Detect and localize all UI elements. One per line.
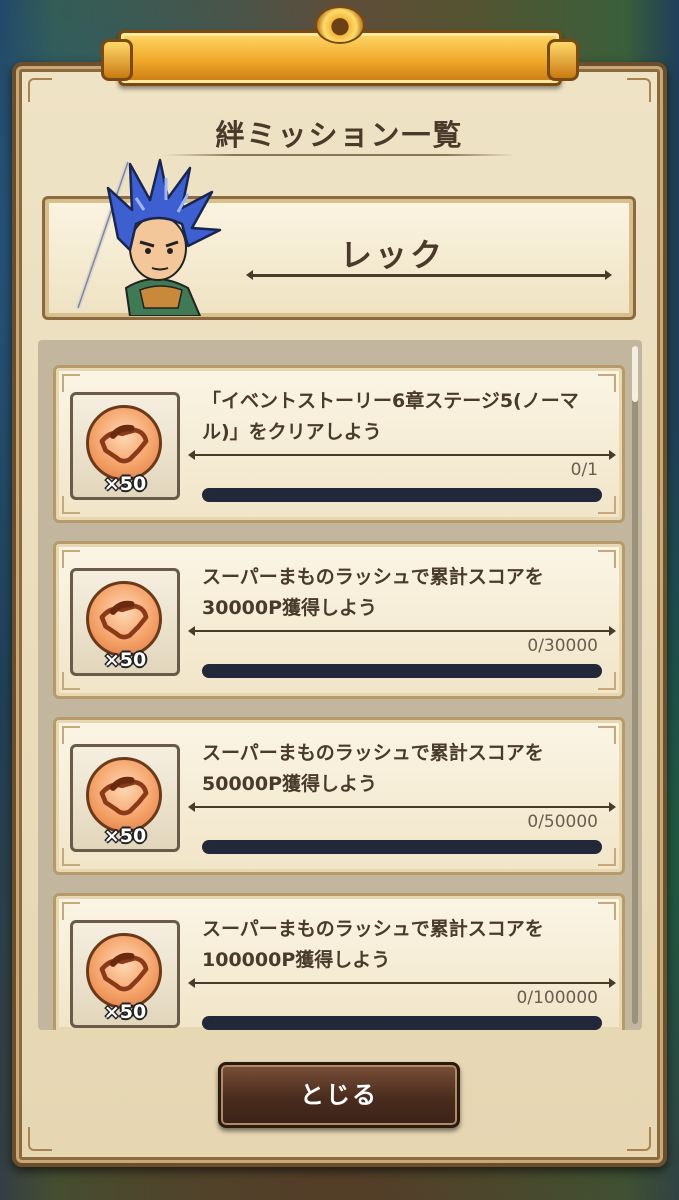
reward-icon-box: ×50 — [70, 920, 180, 1028]
mission-divider — [188, 978, 616, 988]
reward-count: ×50 — [103, 1001, 147, 1023]
mission-item[interactable]: ×50 「イベントストーリー6章ステージ5(ノーマ ル)」をクリアしよう 0/1 — [53, 365, 625, 523]
mission-description: スーパーまものラッシュで累計スコアを 100000P獲得しよう — [202, 918, 544, 971]
mission-progress-bar — [202, 840, 602, 854]
reward-count: ×50 — [103, 649, 147, 671]
mission-item[interactable]: ×50 スーパーまものラッシュで累計スコアを 100000P獲得しよう 0/100… — [53, 893, 625, 1030]
mission-progress-bar — [202, 488, 602, 502]
mission-divider — [188, 802, 616, 812]
mission-description: スーパーまものラッシュで累計スコアを 30000P獲得しよう — [202, 566, 544, 619]
mission-progress-bar — [202, 664, 602, 678]
character-name: レック — [340, 236, 446, 274]
mission-divider — [188, 450, 616, 460]
name-divider — [246, 270, 612, 280]
mission-divider — [188, 626, 616, 636]
dialog-title: 絆ミッション一覧 — [215, 118, 464, 152]
reward-icon-box: ×50 — [70, 744, 180, 852]
banner-ring-ornament — [315, 6, 365, 44]
mission-progress-text: 0/1 — [570, 460, 598, 480]
hero-portrait — [75, 158, 222, 316]
mission-item[interactable]: ×50 スーパーまものラッシュで累計スコアを 30000P獲得しよう 0/3000… — [53, 541, 625, 699]
reward-icon-box: ×50 — [70, 392, 180, 500]
mission-progress-text: 0/100000 — [516, 988, 598, 1008]
reward-icon-box: ×50 — [70, 568, 180, 676]
title-divider — [165, 154, 515, 156]
scrollbar-track[interactable] — [632, 346, 638, 1024]
reward-count: ×50 — [103, 825, 147, 847]
handshake-icon — [86, 581, 162, 657]
mission-progress-text: 0/30000 — [527, 636, 598, 656]
mission-progress-text: 0/50000 — [527, 812, 598, 832]
scrollbar-thumb[interactable] — [632, 346, 638, 402]
handshake-icon — [86, 933, 162, 1009]
mission-progress-bar — [202, 1016, 602, 1030]
reward-count: ×50 — [103, 473, 147, 495]
close-button[interactable]: とじる — [218, 1062, 460, 1128]
handshake-icon — [86, 757, 162, 833]
handshake-icon — [86, 405, 162, 481]
mission-description: 「イベントストーリー6章ステージ5(ノーマ ル)」をクリアしよう — [202, 390, 579, 443]
mission-description: スーパーまものラッシュで累計スコアを 50000P獲得しよう — [202, 742, 544, 795]
mission-item[interactable]: ×50 スーパーまものラッシュで累計スコアを 50000P獲得しよう 0/5000… — [53, 717, 625, 875]
